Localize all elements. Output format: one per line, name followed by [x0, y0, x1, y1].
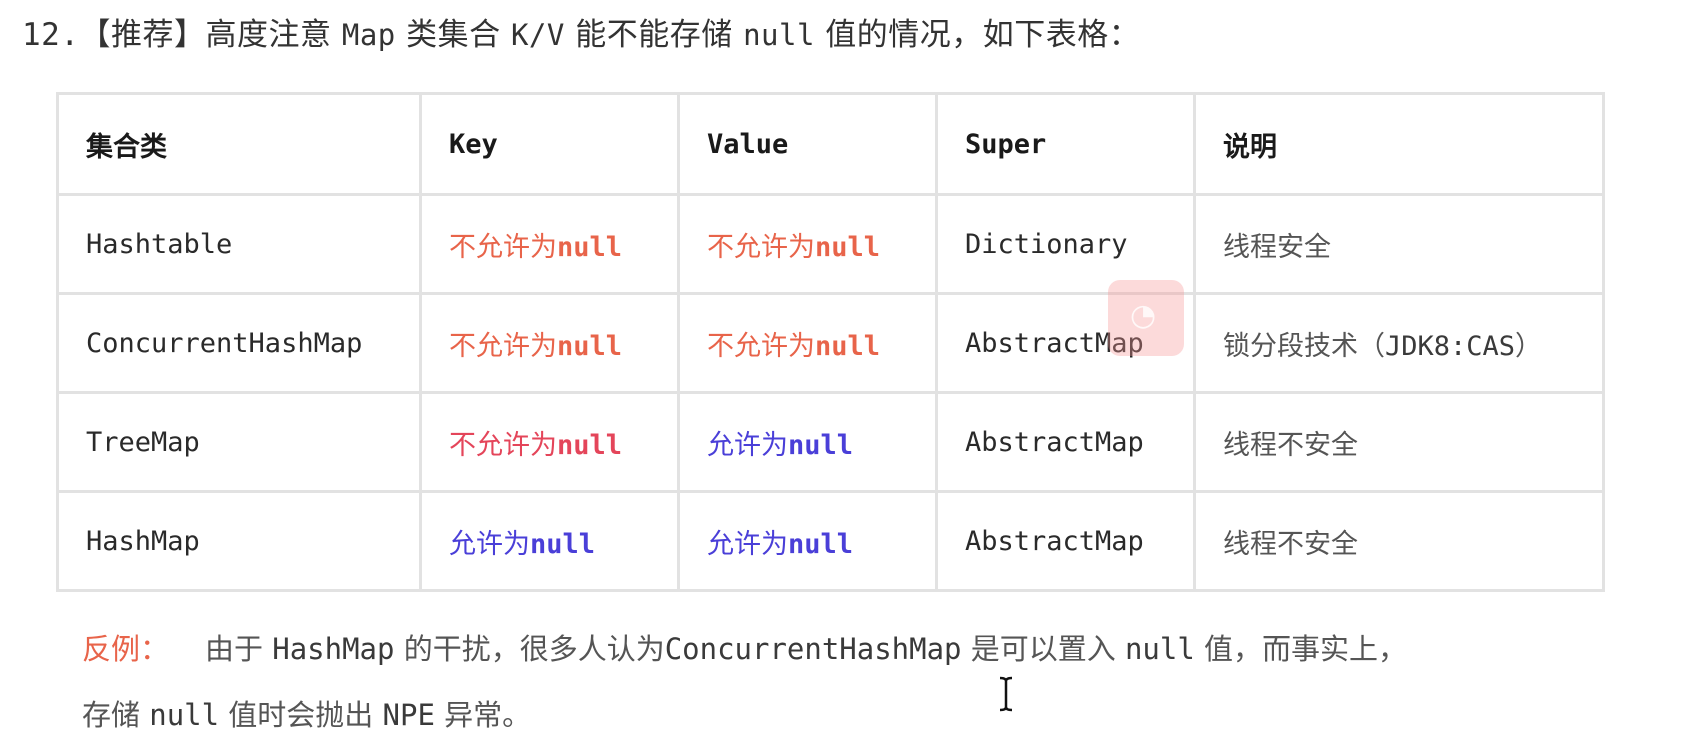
note-text: 异常。 [444, 698, 532, 732]
cell-value: 不允许为null [677, 193, 938, 295]
cell-key-text: 不允许为 [449, 429, 557, 461]
cell-value-text: 允许为 [707, 429, 788, 461]
cell-description: 线程不安全 [1193, 391, 1605, 493]
heading-code: null [743, 18, 815, 52]
note-code: null [1124, 632, 1195, 666]
cell-key-code: null [557, 231, 623, 263]
cell-super: Dictionary [935, 193, 1196, 295]
cell-key-code: null [530, 528, 596, 560]
rule-tag: 【推荐】 [79, 17, 206, 53]
cell-value: 不允许为null [677, 292, 938, 394]
header-collection-class: 集合类 [56, 92, 422, 196]
heading-text: 类集合 [406, 17, 501, 53]
note-text: 值，而事实上， [1204, 632, 1408, 666]
note-code: ConcurrentHashMap [664, 632, 962, 666]
cell-value-text: 允许为 [707, 528, 788, 560]
cell-key: 不允许为null [419, 193, 680, 295]
cell-key: 不允许为null [419, 391, 680, 493]
table-row: Hashtable 不允许为null 不允许为null Dictionary 线… [56, 193, 1605, 295]
table-row: HashMap 允许为null 允许为null AbstractMap 线程不安… [56, 490, 1605, 592]
table-row: ConcurrentHashMap 不允许为null 不允许为null Abst… [56, 292, 1605, 394]
cell-description-text: 线程不安全 [1223, 528, 1358, 560]
cell-description-suffix: ） [1515, 330, 1543, 362]
counter-example-note: 反例： 由于 HashMap 的干扰，很多人认为ConcurrentHashMap… [82, 616, 1407, 748]
cell-key: 不允许为null [419, 292, 680, 394]
cell-description: 锁分段技术（JDK8:CAS） [1193, 292, 1605, 394]
cell-description-code: JDK8:CAS [1385, 330, 1516, 362]
map-null-table: 集合类 Key Value Super 说明 Hashtable 不允许为nul… [56, 92, 1605, 592]
cell-super: AbstractMap [935, 490, 1196, 592]
cell-description: 线程不安全 [1193, 490, 1605, 592]
cell-value: 允许为null [677, 391, 938, 493]
note-text: 由于 [205, 632, 264, 666]
note-code: HashMap [272, 632, 395, 666]
cell-description-text: 线程不安全 [1223, 429, 1358, 461]
text-cursor-icon [999, 676, 1013, 712]
cell-key-text: 允许为 [449, 528, 530, 560]
note-text: 值时会抛出 [228, 698, 374, 732]
cell-class: TreeMap [56, 391, 422, 493]
cell-class: Hashtable [56, 193, 422, 295]
cell-key: 允许为null [419, 490, 680, 592]
cell-description-text: 线程安全 [1223, 231, 1331, 263]
note-text: 存储 [82, 698, 141, 732]
app-watermark-icon: ◔ [1108, 280, 1184, 356]
header-super: Super [935, 92, 1196, 196]
heading-code: Map [341, 18, 396, 52]
table-row: TreeMap 不允许为null 允许为null AbstractMap 线程不… [56, 391, 1605, 493]
cell-class: ConcurrentHashMap [56, 292, 422, 394]
rule-heading: 12.【推荐】高度注意 Map 类集合 K/V 能不能存储 null 值的情况，… [22, 10, 1140, 60]
cell-value-code: null [788, 528, 854, 560]
cell-description-text: 锁分段技术（ [1223, 330, 1385, 362]
note-text: 的干扰，很多人认为 [403, 632, 665, 666]
note-line-1: 反例： 由于 HashMap 的干扰，很多人认为ConcurrentHashMap… [82, 616, 1407, 682]
cell-super: AbstractMap [935, 391, 1196, 493]
cell-value-text: 不允许为 [707, 231, 815, 263]
header-description: 说明 [1193, 92, 1605, 196]
cell-value: 允许为null [677, 490, 938, 592]
note-line-2: 存储 null 值时会抛出 NPE 异常。 [82, 682, 1407, 748]
note-code: null [149, 698, 220, 732]
heading-text: 高度注意 [205, 17, 332, 53]
header-value: Value [677, 92, 938, 196]
heading-code: K/V [510, 18, 565, 52]
rule-number: 12. [22, 17, 80, 53]
cell-value-code: null [815, 231, 881, 263]
table-header-row: 集合类 Key Value Super 说明 [56, 92, 1605, 196]
heading-text: 能不能存储 [575, 17, 733, 53]
cell-key-code: null [557, 429, 623, 461]
cell-value-code: null [788, 429, 854, 461]
note-code: NPE [382, 698, 435, 732]
note-text: 是可以置入 [970, 632, 1116, 666]
cell-value-code: null [815, 330, 881, 362]
cell-key-code: null [557, 330, 623, 362]
cell-value-text: 不允许为 [707, 330, 815, 362]
note-label: 反例： [82, 632, 170, 666]
heading-text: 值的情况，如下表格： [825, 17, 1141, 53]
cell-class: HashMap [56, 490, 422, 592]
cell-description: 线程安全 [1193, 193, 1605, 295]
cell-key-text: 不允许为 [449, 231, 557, 263]
header-key: Key [419, 92, 680, 196]
cell-key-text: 不允许为 [449, 330, 557, 362]
